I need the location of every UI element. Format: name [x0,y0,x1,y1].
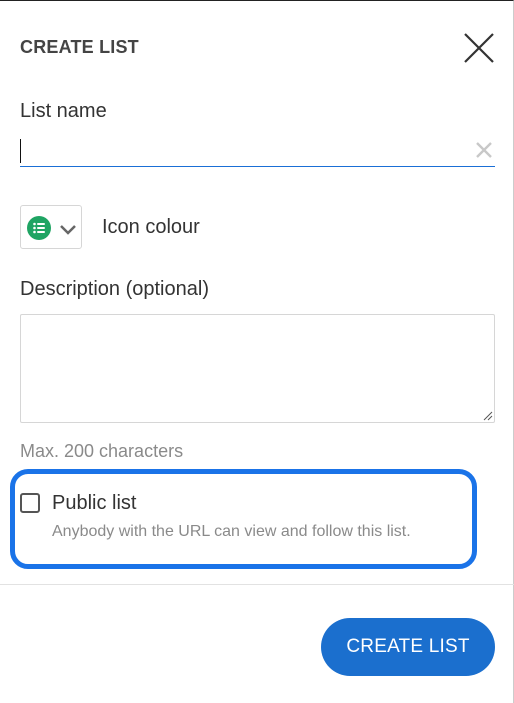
list-name-input[interactable] [20,135,460,165]
close-icon [464,33,494,63]
description-hint: Max. 200 characters [20,441,184,461]
clear-button[interactable] [474,140,494,160]
description-label: Description (optional) [20,278,209,300]
list-icon [27,216,51,240]
close-button[interactable] [462,31,496,65]
public-list-highlight [10,469,477,569]
public-list-label[interactable]: Public list [52,492,136,515]
text-caret [20,139,21,163]
chevron-down-icon [60,225,76,235]
public-list-hint: Anybody with the URL can view and follow… [52,523,411,540]
clear-icon [476,142,492,158]
footer-divider [0,584,514,585]
icon-colour-label: Icon colour [102,216,200,238]
list-name-label: List name [20,100,107,122]
create-list-button[interactable]: CREATE LIST [321,618,495,676]
public-list-checkbox[interactable] [20,493,40,513]
create-list-dialog: CREATE LIST List name Icon colour Descri… [0,0,514,703]
description-input[interactable] [20,314,495,423]
dialog-title: CREATE LIST [20,37,139,57]
resize-handle-icon[interactable] [482,410,493,421]
icon-colour-picker-button[interactable] [20,205,82,249]
list-name-field [20,135,495,167]
